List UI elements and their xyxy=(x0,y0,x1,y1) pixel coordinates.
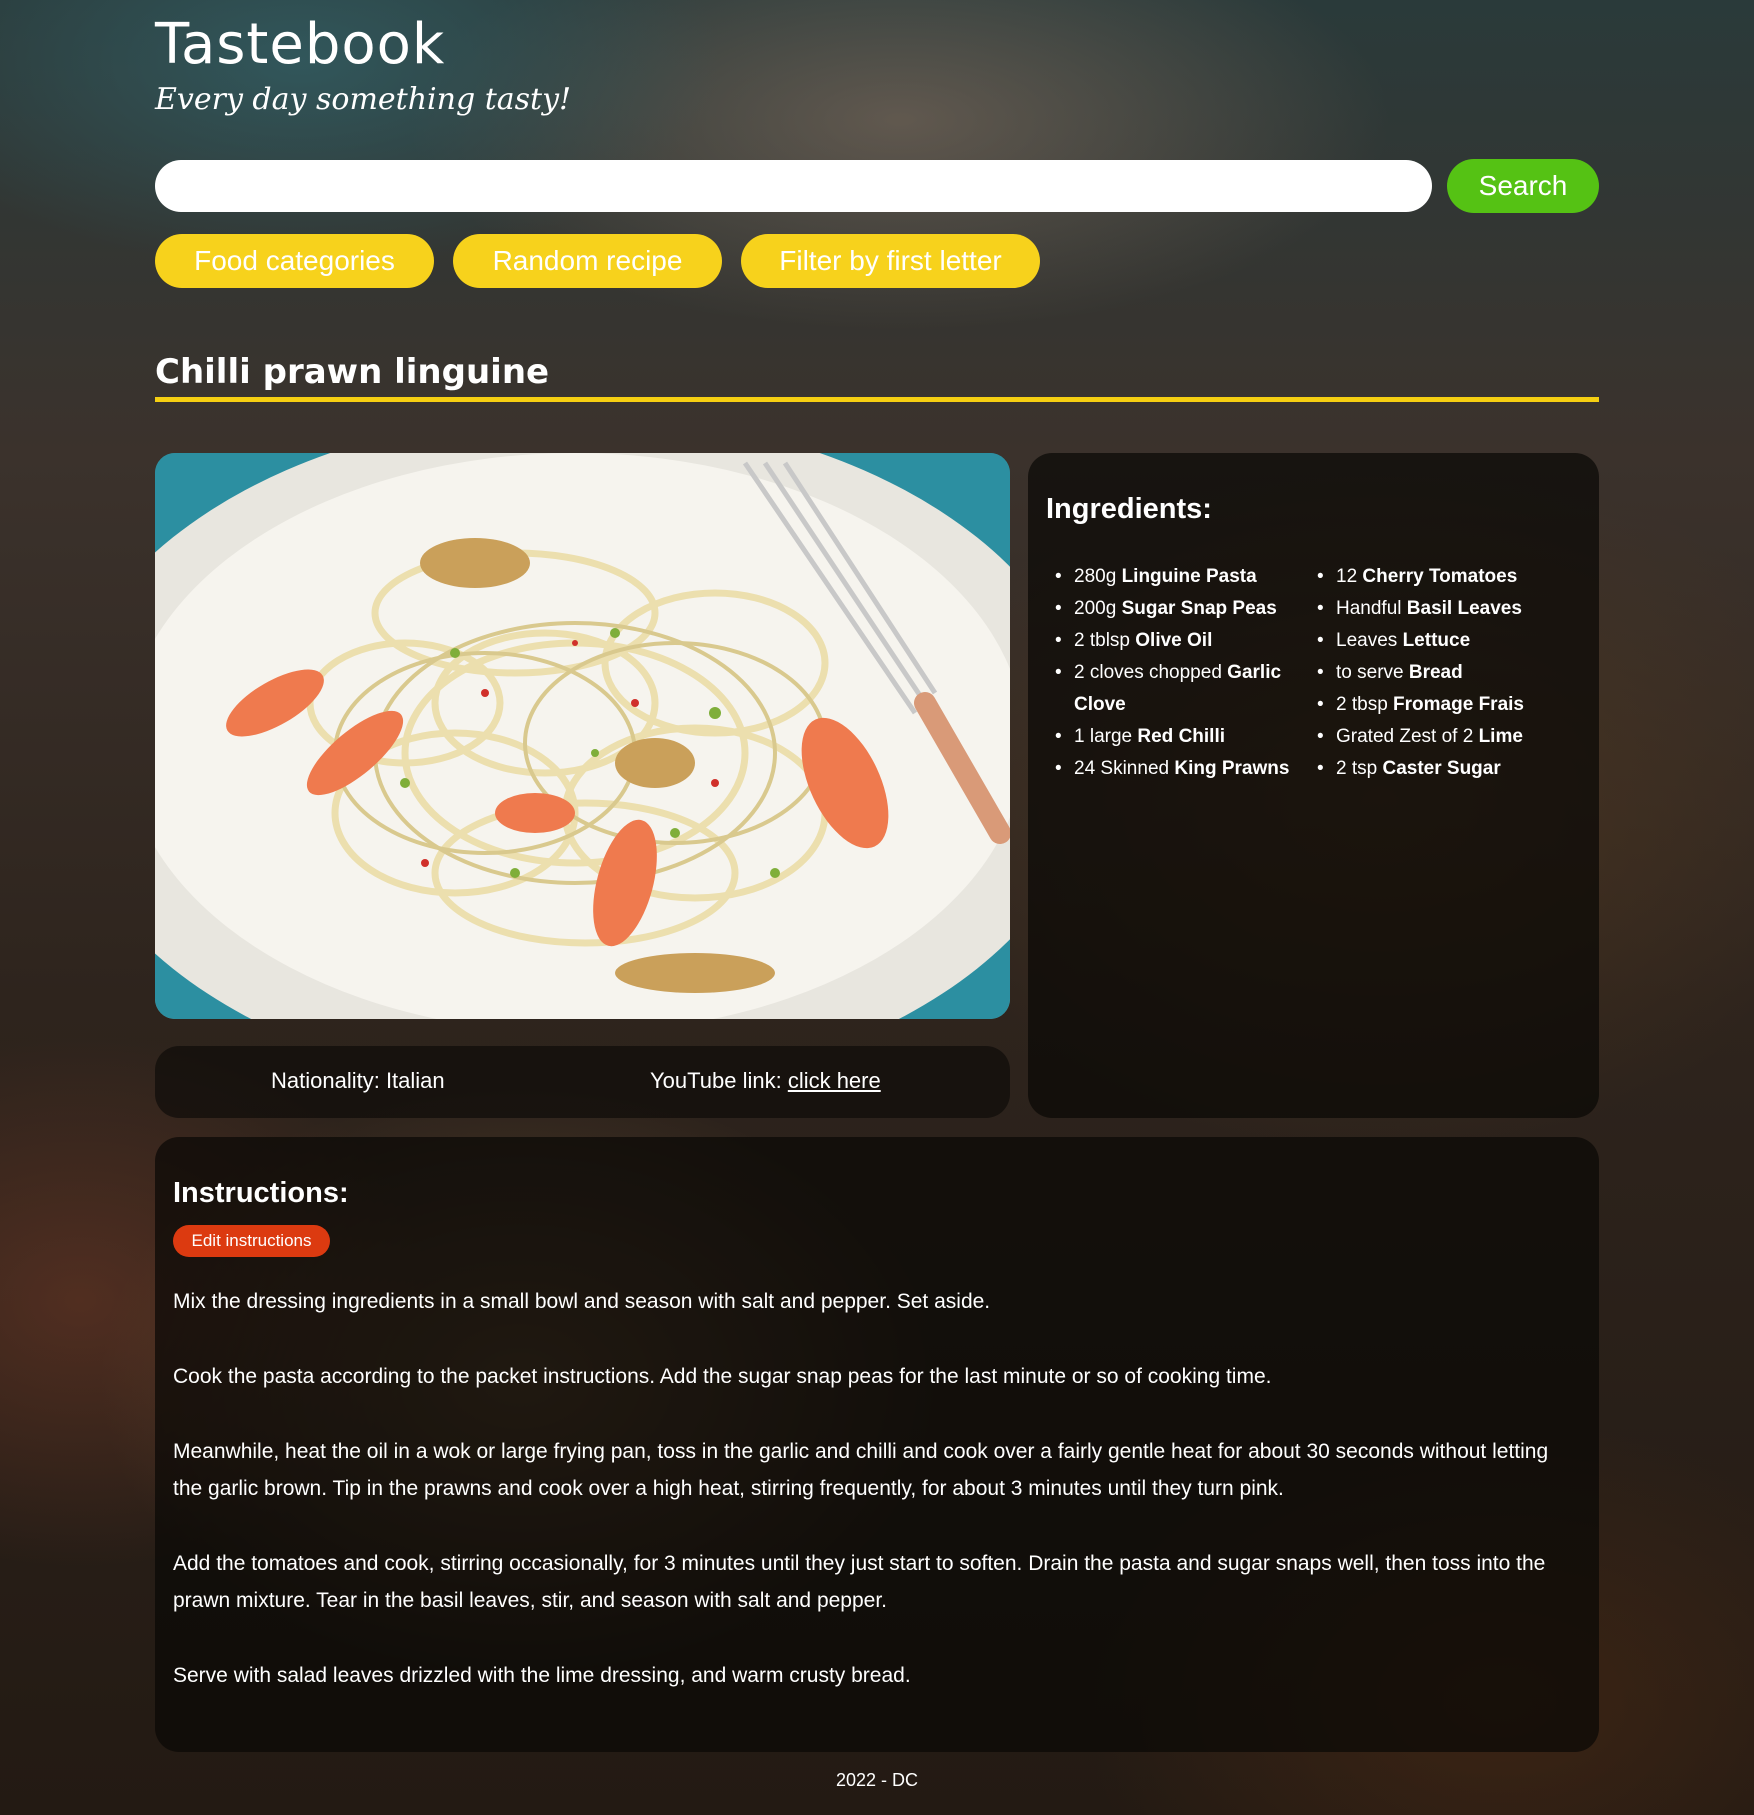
instruction-step: Meanwhile, heat the oil in a wok or larg… xyxy=(173,1440,1549,1500)
nationality-label: Nationality: Italian xyxy=(271,1068,445,1093)
ingredient-item: 280g Linguine Pasta xyxy=(1055,561,1314,593)
ingredient-item: 2 tbsp Fromage Frais xyxy=(1317,689,1586,721)
random-recipe-button[interactable]: Random recipe xyxy=(453,234,722,288)
instruction-step: Cook the pasta according to the packet i… xyxy=(173,1365,1272,1388)
food-categories-button[interactable]: Food categories xyxy=(155,234,434,288)
footer: 2022 - DC xyxy=(835,1770,919,1790)
ingredient-item: Handful Basil Leaves xyxy=(1317,593,1586,625)
tagline: Every day something tasty! xyxy=(155,82,572,117)
instructions-title: Instructions: xyxy=(173,1177,349,1209)
recipe-meta-bar: Nationality: Italian YouTube link: click… xyxy=(155,1046,1010,1118)
recipe-photo xyxy=(155,453,1010,1019)
instruction-step: Serve with salad leaves drizzled with th… xyxy=(173,1664,911,1687)
search-input[interactable] xyxy=(155,160,1432,212)
ingredient-item: 200g Sugar Snap Peas xyxy=(1055,593,1314,625)
ingredients-list-col2: 12 Cherry Tomatoes Handful Basil Leaves … xyxy=(1317,561,1586,785)
ingredient-item: to serve Bread xyxy=(1317,657,1586,689)
youtube-link[interactable]: click here xyxy=(788,1068,881,1093)
youtube-label: YouTube link: click here xyxy=(650,1068,881,1094)
instructions-panel: Instructions: Edit instructions Mix the … xyxy=(155,1137,1599,1752)
search-button[interactable]: Search xyxy=(1447,159,1599,213)
ingredient-item: 24 Skinned King Prawns xyxy=(1055,753,1314,785)
ingredients-list-col1: 280g Linguine Pasta 200g Sugar Snap Peas… xyxy=(1055,561,1314,785)
youtube-label-text: YouTube link: xyxy=(650,1068,788,1093)
recipe-title: Chilli prawn linguine xyxy=(155,352,550,392)
filter-first-letter-button[interactable]: Filter by first letter xyxy=(741,234,1040,288)
ingredient-item: 2 tsp Caster Sugar xyxy=(1317,753,1586,785)
ingredients-panel: Ingredients: 280g Linguine Pasta 200g Su… xyxy=(1028,453,1599,1118)
ingredients-title: Ingredients: xyxy=(1046,493,1212,525)
ingredient-item: 2 tblsp Olive Oil xyxy=(1055,625,1314,657)
title-divider xyxy=(155,397,1599,402)
ingredient-item: 1 large Red Chilli xyxy=(1055,721,1314,753)
instruction-step: Add the tomatoes and cook, stirring occa… xyxy=(173,1552,1546,1612)
instruction-step: Mix the dressing ingredients in a small … xyxy=(173,1290,991,1313)
edit-instructions-button[interactable]: Edit instructions xyxy=(173,1225,330,1257)
site-title[interactable]: Tastebook xyxy=(155,12,445,77)
ingredient-item: 12 Cherry Tomatoes xyxy=(1317,561,1586,593)
ingredient-item: Leaves Lettuce xyxy=(1317,625,1586,657)
ingredient-item: 2 cloves chopped Garlic Clove xyxy=(1055,657,1314,721)
instructions-body: Mix the dressing ingredients in a small … xyxy=(173,1283,1573,1732)
ingredient-item: Grated Zest of 2 Lime xyxy=(1317,721,1586,753)
